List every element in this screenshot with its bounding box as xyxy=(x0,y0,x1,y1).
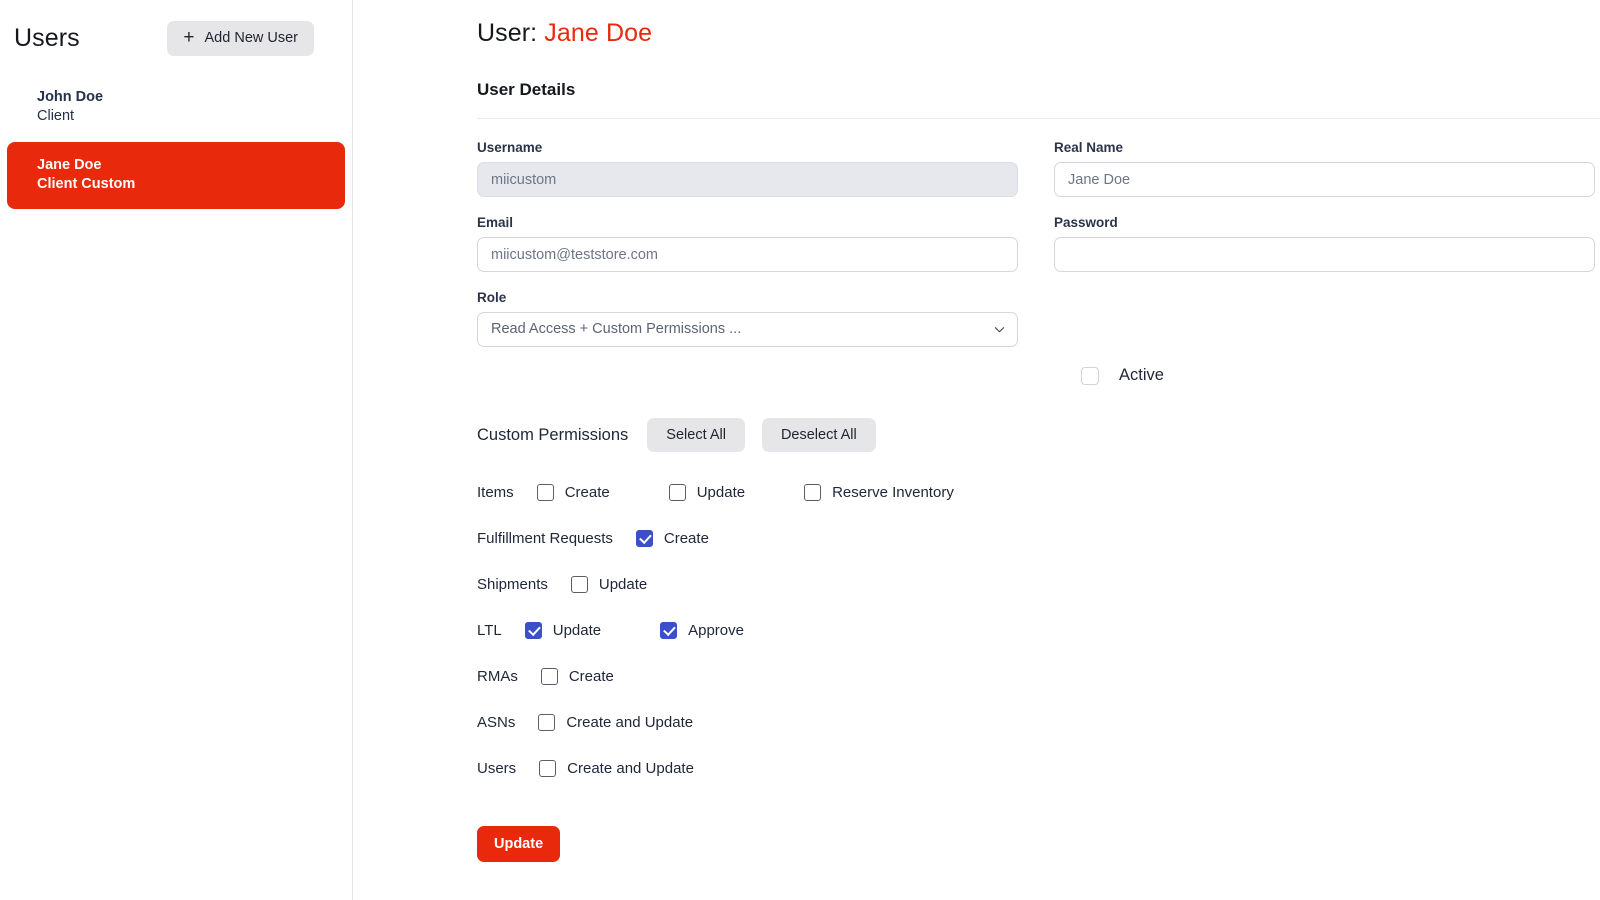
custom-permissions-toolbar: Custom Permissions Select All Deselect A… xyxy=(477,418,1600,452)
update-button[interactable]: Update xyxy=(477,826,561,862)
section-divider xyxy=(477,118,1600,119)
password-input[interactable] xyxy=(1054,237,1595,272)
permissions-rows: Items Create Update Reserve Inventory Fulfil… xyxy=(477,482,1600,778)
role-select[interactable]: Read Access + Custom Permissions ... xyxy=(477,312,1018,347)
form-column-right: Real Name Password Active xyxy=(1054,140,1595,385)
email-label: Email xyxy=(477,215,514,230)
section-title-user-details: User Details xyxy=(477,80,576,99)
add-user-button-label: Add New User xyxy=(204,30,298,46)
users-sidebar: Users + Add New User John Doe Client Jane … xyxy=(0,0,353,900)
user-list-item[interactable]: Jane Doe Client Custom xyxy=(7,142,345,209)
permission-option[interactable]: Create xyxy=(635,529,709,547)
user-list-item-role: Client Custom xyxy=(37,176,136,193)
sidebar-header: Users + Add New User xyxy=(0,0,352,62)
permission-checkbox[interactable] xyxy=(804,483,822,501)
app-root: Users + Add New User John Doe Client Jane … xyxy=(0,0,1600,900)
user-list: John Doe Client Jane Doe Client Custom xyxy=(0,78,352,209)
role-select-wrapper: Read Access + Custom Permissions ... xyxy=(477,312,1018,347)
active-toggle-row: Active xyxy=(1054,366,1595,385)
permission-option-label: Update xyxy=(552,621,602,639)
permission-option-label: Update xyxy=(598,575,648,593)
permission-checkbox[interactable] xyxy=(668,483,686,501)
permission-option[interactable]: Update xyxy=(668,483,746,501)
permission-option-label: Create xyxy=(663,529,709,547)
add-user-button[interactable]: + Add New User xyxy=(167,20,314,56)
permission-option[interactable]: Create and Update xyxy=(538,713,694,731)
permission-option[interactable]: Create xyxy=(536,483,610,501)
plus-icon: + xyxy=(183,26,195,48)
real-name-label: Real Name xyxy=(1054,140,1124,155)
real-name-input[interactable] xyxy=(1054,162,1595,197)
user-list-item[interactable]: John Doe Client xyxy=(7,78,345,136)
active-checkbox[interactable] xyxy=(1081,366,1099,385)
permission-option[interactable]: Update xyxy=(524,621,602,639)
password-label: Password xyxy=(1054,215,1118,230)
page-title: Users xyxy=(14,23,80,52)
user-list-item-name: Jane Doe xyxy=(37,157,102,174)
permission-option[interactable]: Update xyxy=(570,575,648,593)
username-label: Username xyxy=(477,140,543,155)
deselect-all-button[interactable]: Deselect All xyxy=(761,418,876,452)
permission-option[interactable]: Create xyxy=(540,667,614,685)
email-input[interactable] xyxy=(477,237,1018,272)
permission-option-label: Update xyxy=(696,483,746,501)
user-form: Username Email Role Read Access + Custom… xyxy=(477,140,1600,385)
user-heading-name: Jane Doe xyxy=(544,19,653,47)
field-password: Password xyxy=(1054,215,1595,272)
permission-checkbox[interactable] xyxy=(570,575,588,593)
permission-option-label: Approve xyxy=(688,621,744,639)
role-label: Role xyxy=(477,290,507,305)
permission-row: Items Create Update Reserve Inventory xyxy=(477,482,1600,502)
field-role: Role Read Access + Custom Permissions ..… xyxy=(477,290,1018,347)
permission-checkbox[interactable] xyxy=(539,759,557,777)
username-input[interactable] xyxy=(477,162,1018,197)
permission-row: Users Create and Update xyxy=(477,758,1600,778)
permission-row-label: ASNs xyxy=(477,713,516,731)
permission-option-label: Reserve Inventory xyxy=(832,483,954,501)
permission-checkbox[interactable] xyxy=(524,621,542,639)
permission-checkbox[interactable] xyxy=(540,667,558,685)
active-label: Active xyxy=(1119,366,1164,384)
field-email: Email xyxy=(477,215,1018,272)
permission-checkbox[interactable] xyxy=(660,621,678,639)
permission-checkbox[interactable] xyxy=(538,713,556,731)
user-heading: User: Jane Doe xyxy=(477,19,1600,48)
user-list-item-name: John Doe xyxy=(37,89,104,105)
permission-option-label: Create xyxy=(564,483,610,501)
select-all-button[interactable]: Select All xyxy=(647,418,745,452)
permission-option-label: Create xyxy=(568,667,614,685)
permission-option[interactable]: Reserve Inventory xyxy=(804,483,954,501)
form-column-left: Username Email Role Read Access + Custom… xyxy=(477,140,1018,385)
field-username: Username xyxy=(477,140,1018,197)
permission-row: Shipments Update xyxy=(477,574,1600,594)
permission-option[interactable]: Create and Update xyxy=(539,759,694,777)
permission-option[interactable]: Approve xyxy=(660,621,744,639)
permission-row-label: Items xyxy=(477,483,514,501)
custom-permissions-title: Custom Permissions xyxy=(477,425,629,444)
permission-row-label: Users xyxy=(477,759,517,777)
field-real-name: Real Name xyxy=(1054,140,1595,197)
permission-row-label: Fulfillment Requests xyxy=(477,529,613,547)
permission-option-label: Create and Update xyxy=(567,759,694,777)
permission-row: Fulfillment Requests Create xyxy=(477,528,1600,548)
permission-row-label: RMAs xyxy=(477,667,518,685)
permission-checkbox[interactable] xyxy=(536,483,554,501)
permission-checkbox[interactable] xyxy=(635,529,653,547)
permission-row-label: Shipments xyxy=(477,575,548,593)
user-list-item-role: Client xyxy=(37,108,75,125)
permission-row-label: LTL xyxy=(477,621,502,639)
permission-row: LTL Update Approve xyxy=(477,620,1600,640)
permission-row: RMAs Create xyxy=(477,666,1600,686)
permission-row: ASNs Create and Update xyxy=(477,712,1600,732)
user-detail-panel: User: Jane Doe User Details Username Ema… xyxy=(353,0,1600,900)
user-heading-prefix: User: xyxy=(477,19,538,47)
permission-option-label: Create and Update xyxy=(566,713,694,731)
